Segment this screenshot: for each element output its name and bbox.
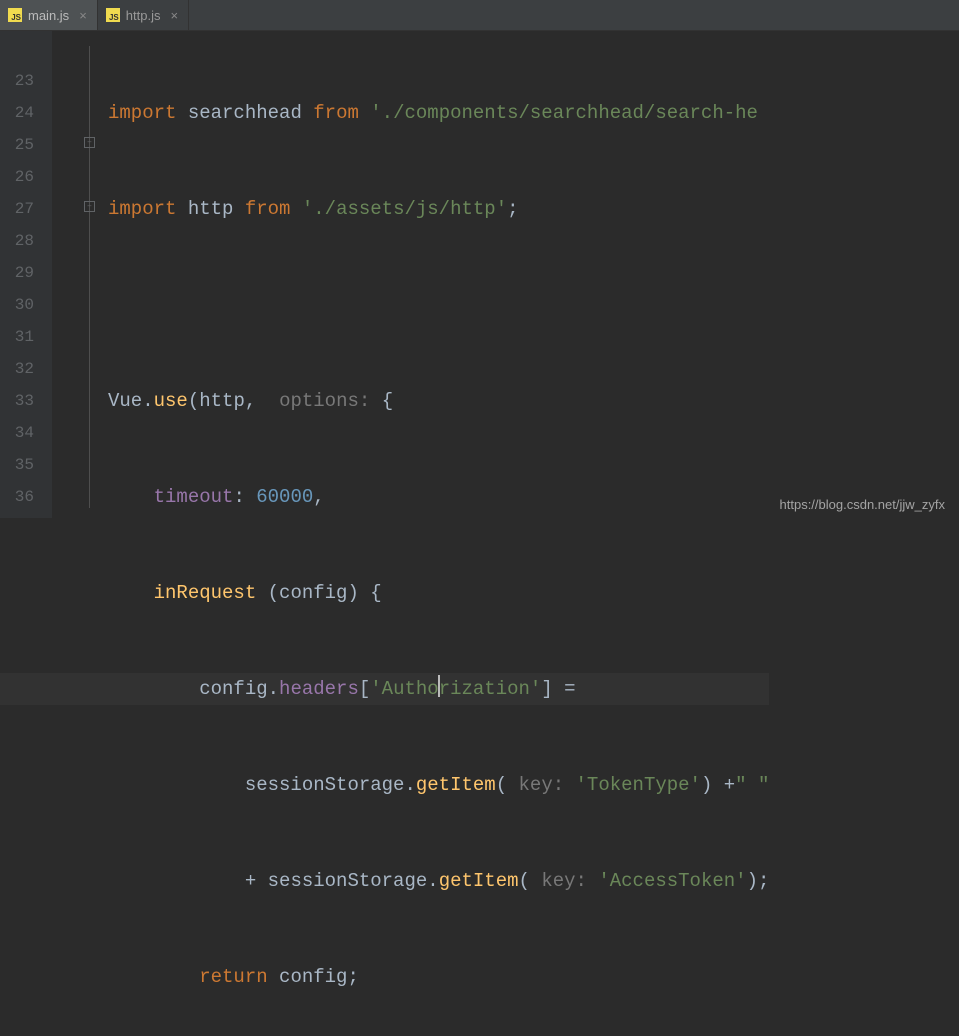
line-number: 26 [0,161,34,193]
line-number: 36 [0,481,34,513]
js-icon: JS [106,8,120,22]
code-line: return config; [108,961,769,993]
line-number: 28 [0,225,34,257]
code-line: inRequest (config) { [108,577,769,609]
line-number: 31 [0,321,34,353]
js-icon: JS [8,8,22,22]
code-line-current: config.headers['Authorization'] = [108,673,769,705]
code-line: + sessionStorage.getItem( key: 'AccessTo… [108,865,769,897]
code-line: sessionStorage.getItem( key: 'TokenType'… [108,769,769,801]
line-number: 25 [0,129,34,161]
tab-http-js[interactable]: JS http.js × [98,0,189,30]
line-number: 35 [0,449,34,481]
line-number: 33 [0,385,34,417]
line-number: 23 [0,65,34,97]
code-line: Vue.use(http, options: { [108,385,769,417]
tab-main-js[interactable]: JS main.js × [0,0,98,30]
tab-bar: JS main.js × JS http.js × [0,0,959,31]
code-line [108,289,769,321]
line-number [0,33,34,65]
close-icon[interactable]: × [170,8,178,23]
gutter: 23 24 25 26 27 28 29 30 31 32 33 34 35 3… [0,31,52,518]
line-number: 34 [0,417,34,449]
code-line: import http from './assets/js/http'; [108,193,769,225]
line-number: 24 [0,97,34,129]
code-line: timeout: 60000, [108,481,769,513]
watermark: https://blog.csdn.net/jjw_zyfx [780,497,945,512]
code-editor[interactable]: 23 24 25 26 27 28 29 30 31 32 33 34 35 3… [0,31,959,518]
tab-label: main.js [28,8,69,23]
line-number: 29 [0,257,34,289]
code-area[interactable]: import searchhead from './components/sea… [52,31,769,518]
line-number: 30 [0,289,34,321]
line-number: 27 [0,193,34,225]
code-line: import searchhead from './components/sea… [108,97,769,129]
line-number: 32 [0,353,34,385]
tab-label: http.js [126,8,161,23]
close-icon[interactable]: × [79,8,87,23]
